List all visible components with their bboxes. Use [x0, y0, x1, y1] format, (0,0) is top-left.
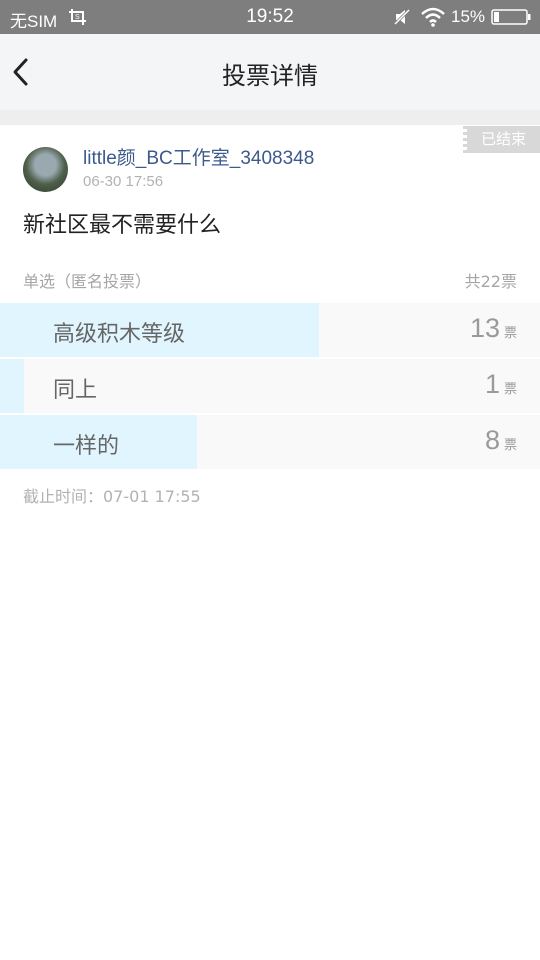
vote-count: 8	[484, 425, 500, 455]
poll-mode: 单选（匿名投票）	[23, 272, 152, 291]
poll-option[interactable]: 一样的 8票	[0, 415, 540, 469]
mute-icon	[393, 8, 411, 26]
option-votes: 8票	[485, 425, 517, 456]
battery-percent: 15%	[451, 7, 486, 26]
vote-unit: 票	[503, 381, 517, 396]
poll-total: 共22票	[464, 272, 517, 291]
status-bar: 无SIM S 19:52 15%	[0, 0, 540, 34]
post-time: 06-30 17:56	[83, 173, 164, 190]
nav-bar: 投票详情	[0, 34, 540, 110]
wifi-icon	[421, 7, 445, 27]
poll-option[interactable]: 同上 1票	[0, 359, 540, 413]
poll-question: 新社区最不需要什么	[23, 213, 222, 238]
status-badge: 已结束	[463, 126, 540, 153]
avatar[interactable]	[23, 147, 68, 192]
vote-unit: 票	[503, 437, 517, 452]
vote-count: 1	[484, 369, 500, 399]
option-votes: 1票	[485, 369, 517, 400]
vote-unit: 票	[503, 325, 517, 340]
option-label: 一样的	[53, 434, 120, 459]
option-label: 高级积木等级	[53, 322, 186, 347]
divider	[0, 110, 540, 125]
battery-icon	[491, 9, 531, 25]
page-title: 投票详情	[222, 62, 318, 90]
deadline: 截止时间：07-01 17:55	[23, 487, 201, 506]
option-label: 同上	[53, 378, 98, 403]
option-votes: 13 票	[470, 313, 517, 344]
vote-bar	[0, 359, 25, 413]
username[interactable]: little颜_BC工作室_3408348	[83, 143, 314, 170]
vote-count: 13	[469, 313, 500, 343]
poll-option[interactable]: 高级积木等级 13 票	[0, 303, 540, 357]
